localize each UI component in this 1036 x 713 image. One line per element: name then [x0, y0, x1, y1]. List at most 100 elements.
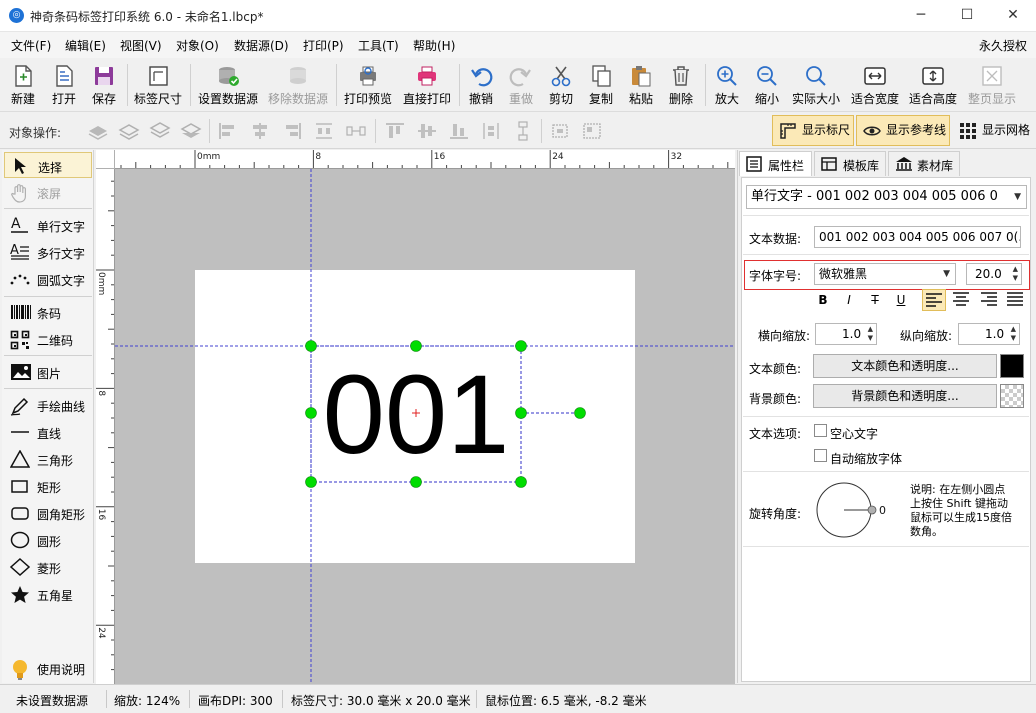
- save-button[interactable]: 保存: [85, 60, 123, 110]
- tab-properties[interactable]: 属性栏: [739, 151, 812, 176]
- show-ruler-toggle[interactable]: 显示标尺: [772, 115, 854, 146]
- remove-datasource-button[interactable]: 移除数据源: [265, 60, 331, 110]
- underline-button[interactable]: U: [890, 290, 912, 310]
- menu-print[interactable]: 打印(P): [303, 37, 344, 54]
- menu-file[interactable]: 文件(F): [11, 37, 51, 54]
- text-align-center-button[interactable]: [950, 289, 974, 311]
- rotation-handle[interactable]: [574, 407, 586, 419]
- resize-handle-top[interactable]: [410, 340, 422, 352]
- distribute-vspace-icon[interactable]: [512, 121, 534, 141]
- resize-handle-bottom[interactable]: [410, 476, 422, 488]
- resize-handle-top-left[interactable]: [305, 340, 317, 352]
- text-color-button[interactable]: 文本颜色和透明度...: [813, 354, 997, 378]
- resize-handle-bottom-right[interactable]: [515, 476, 527, 488]
- text-color-swatch[interactable]: [1000, 354, 1024, 378]
- font-name-dropdown[interactable]: 微软雅黑 ▼: [814, 263, 956, 285]
- bold-button[interactable]: B: [812, 290, 834, 310]
- close-icon[interactable]: ✕: [990, 0, 1036, 32]
- distribute-h-icon[interactable]: [313, 121, 335, 141]
- maximize-icon[interactable]: ☐: [944, 0, 990, 32]
- auto-shrink-checkbox[interactable]: [814, 449, 827, 462]
- tool-line[interactable]: 直线: [4, 419, 92, 445]
- direct-print-button[interactable]: 直接打印: [399, 60, 455, 110]
- rotation-dial-handle[interactable]: [867, 505, 877, 515]
- menu-datasource[interactable]: 数据源(D): [234, 37, 289, 54]
- fit-width-button[interactable]: 适合宽度: [847, 60, 903, 110]
- redo-button[interactable]: 重做: [502, 60, 540, 110]
- font-size-spinner[interactable]: 20.0 ▲ ▼: [966, 263, 1022, 285]
- rotation-dial[interactable]: 0: [816, 480, 896, 540]
- paste-button[interactable]: 粘贴: [622, 60, 660, 110]
- undo-button[interactable]: 撤销: [462, 60, 500, 110]
- tool-circle[interactable]: 圆形: [4, 527, 92, 553]
- text-justify-button[interactable]: [1004, 289, 1028, 311]
- zoom-out-button[interactable]: 缩小: [748, 60, 786, 110]
- menu-object[interactable]: 对象(O): [176, 37, 219, 54]
- resize-handle-top-right[interactable]: [515, 340, 527, 352]
- object-select-dropdown[interactable]: 单行文字 - 001 002 003 004 005 006 0 ▼: [746, 185, 1027, 209]
- layer-top-icon[interactable]: [87, 121, 109, 141]
- copy-button[interactable]: 复制: [582, 60, 620, 110]
- tool-help-guide[interactable]: 使用说明: [4, 655, 92, 681]
- h-scale-spinner[interactable]: 1.0 ▲ ▼: [815, 323, 877, 345]
- tab-materials[interactable]: 素材库: [888, 151, 960, 176]
- menu-edit[interactable]: 编辑(E): [65, 37, 106, 54]
- tool-rounded-rect[interactable]: 圆角矩形: [4, 500, 92, 526]
- full-page-button[interactable]: 整页显示: [964, 60, 1020, 110]
- resize-handle-right[interactable]: [515, 407, 527, 419]
- tool-qrcode[interactable]: 二维码: [4, 326, 92, 352]
- tool-barcode[interactable]: 条码: [4, 299, 92, 325]
- menu-tools[interactable]: 工具(T): [358, 37, 399, 54]
- design-canvas[interactable]: 001: [115, 169, 735, 684]
- align-center-icon[interactable]: [249, 121, 271, 141]
- zoom-in-button[interactable]: 放大: [708, 60, 746, 110]
- align-bottom-icon[interactable]: [448, 121, 470, 141]
- show-guides-toggle[interactable]: 显示参考线: [856, 115, 950, 146]
- resize-handle-bottom-left[interactable]: [305, 476, 317, 488]
- align-middle-icon[interactable]: [416, 121, 438, 141]
- text-align-left-button[interactable]: [922, 289, 946, 311]
- tool-triangle[interactable]: 三角形: [4, 446, 92, 472]
- actual-size-button[interactable]: 实际大小: [788, 60, 844, 110]
- menu-view[interactable]: 视图(V): [120, 37, 162, 54]
- align-left-icon[interactable]: [217, 121, 239, 141]
- label-size-button[interactable]: 标签尺寸: [131, 60, 185, 110]
- hollow-text-checkbox[interactable]: [814, 424, 827, 437]
- italic-button[interactable]: I: [838, 290, 860, 310]
- layer-bottom-icon[interactable]: [180, 121, 202, 141]
- tool-single-line-text[interactable]: A 单行文字: [4, 212, 92, 238]
- new-button[interactable]: 新建: [4, 60, 42, 110]
- open-button[interactable]: 打开: [45, 60, 83, 110]
- resize-handle-left[interactable]: [305, 407, 317, 419]
- layer-down-icon[interactable]: [149, 121, 171, 141]
- cut-button[interactable]: 剪切: [542, 60, 580, 110]
- minimize-icon[interactable]: ─: [898, 0, 944, 32]
- align-top-icon[interactable]: [384, 121, 406, 141]
- tool-freehand[interactable]: 手绘曲线: [4, 392, 92, 418]
- tool-pan[interactable]: 滚屏: [4, 179, 92, 205]
- tool-arc-text[interactable]: 圆弧文字: [4, 266, 92, 292]
- layer-up-icon[interactable]: [118, 121, 140, 141]
- tool-multi-line-text[interactable]: A 多行文字: [4, 239, 92, 265]
- fit-height-button[interactable]: 适合高度: [905, 60, 961, 110]
- v-scale-spinner[interactable]: 1.0 ▲ ▼: [958, 323, 1020, 345]
- align-right-icon[interactable]: [281, 121, 303, 141]
- text-align-right-button[interactable]: [978, 289, 1002, 311]
- menu-help[interactable]: 帮助(H): [413, 37, 455, 54]
- tool-select[interactable]: 选择: [4, 152, 92, 178]
- same-width-icon[interactable]: [549, 121, 571, 141]
- tool-rectangle[interactable]: 矩形: [4, 473, 92, 499]
- print-preview-button[interactable]: 打印预览: [340, 60, 396, 110]
- bg-color-swatch[interactable]: [1000, 384, 1024, 408]
- delete-button[interactable]: 删除: [662, 60, 700, 110]
- tab-templates[interactable]: 模板库: [814, 151, 886, 176]
- bg-color-button[interactable]: 背景颜色和透明度...: [813, 384, 997, 408]
- show-grid-toggle[interactable]: 显示网格: [952, 115, 1034, 146]
- strikethrough-button[interactable]: T: [864, 290, 886, 310]
- tool-star[interactable]: 五角星: [4, 581, 92, 607]
- distribute-space-icon[interactable]: [345, 121, 367, 141]
- text-data-field[interactable]: 001 002 003 004 005 006 007 0(...: [814, 226, 1021, 248]
- tool-image[interactable]: 图片: [4, 359, 92, 385]
- distribute-v-icon[interactable]: [480, 121, 502, 141]
- set-datasource-button[interactable]: 设置数据源: [195, 60, 261, 110]
